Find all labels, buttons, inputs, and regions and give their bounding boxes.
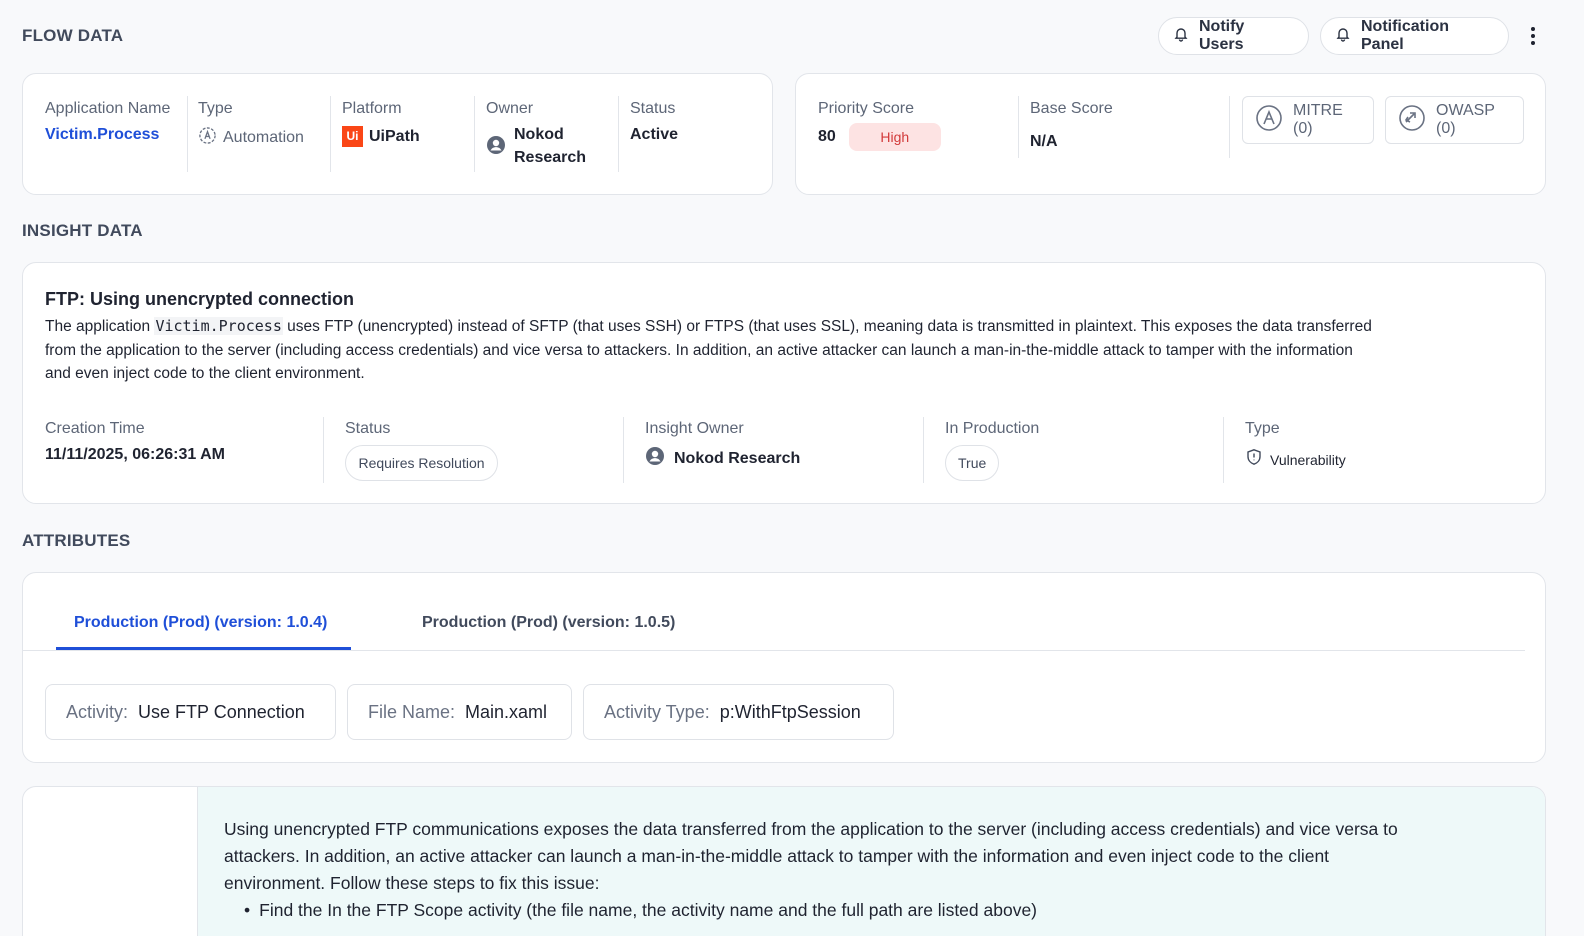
tab-version-1-0-5[interactable]: Production (Prod) (version: 1.0.5) <box>422 614 675 632</box>
application-name-field: Application Name Victim.Process <box>45 100 170 144</box>
insight-type-label: Type <box>1245 420 1280 437</box>
platform-field: Platform Ui UiPath <box>342 100 420 147</box>
bell-icon <box>1173 26 1189 47</box>
user-avatar-icon <box>486 135 506 160</box>
insight-owner-label: Insight Owner <box>645 420 744 437</box>
type-value: Automation <box>223 129 304 146</box>
insight-owner-value: Nokod Research <box>674 449 801 467</box>
notification-panel-label: Notification Panel <box>1361 18 1449 53</box>
remediation-line2: attackers. In addition, an active attack… <box>224 846 1330 866</box>
insight-description-line3: and even inject code to the client envir… <box>45 365 365 382</box>
tabs-divider <box>23 650 1525 651</box>
insight-status-field: Status Requires Resolution <box>345 420 498 481</box>
attributes-card: Production (Prod) (version: 1.0.4) Produ… <box>22 572 1546 763</box>
notify-users-label: Notify Users <box>1199 18 1245 53</box>
platform-value: UiPath <box>369 127 420 145</box>
base-score-label: Base Score <box>1030 100 1113 117</box>
in-production-chip: True <box>945 445 1000 481</box>
creation-time-label: Creation Time <box>45 420 145 437</box>
remediation-line3: environment. Follow these steps to fix t… <box>224 873 600 893</box>
insight-owner-field: Insight Owner Nokod Research <box>645 420 800 471</box>
notification-panel-button[interactable]: Notification Panel <box>1320 17 1509 55</box>
activity-key: Activity: <box>66 701 129 722</box>
remediation-line1: Using unencrypted FTP communications exp… <box>224 819 1398 839</box>
owner-field: Owner Nokod Research <box>486 100 586 167</box>
type-field: Type Automation <box>198 100 304 150</box>
platform-label: Platform <box>342 100 402 117</box>
application-code-name: Victim.Process <box>154 317 283 335</box>
tab-version-1-0-4[interactable]: Production (Prod) (version: 1.0.4) <box>74 614 327 632</box>
remediation-card: Using unencrypted FTP communications exp… <box>22 786 1546 936</box>
owasp-label: OWASP (0) <box>1436 102 1495 137</box>
uipath-logo-icon: Ui <box>342 126 363 147</box>
activity-value: Use FTP Connection <box>138 701 305 722</box>
base-score-value: N/A <box>1030 133 1058 150</box>
more-options-icon[interactable] <box>1523 21 1543 51</box>
insight-status-label: Status <box>345 420 391 437</box>
owner-value-line2: Research <box>514 149 587 166</box>
shield-icon <box>1245 448 1263 471</box>
flow-info-card: Application Name Victim.Process Type Aut… <box>22 73 773 195</box>
score-card: Priority Score 80 High Base Score N/A MI… <box>795 73 1546 195</box>
insight-status-chip: Requires Resolution <box>345 445 498 481</box>
user-avatar-icon <box>645 446 665 471</box>
creation-time-value: 11/11/2025, 06:26:31 AM <box>45 446 225 463</box>
in-production-field: In Production True <box>945 420 1039 481</box>
file-name-key: File Name: <box>368 701 456 722</box>
remediation-panel: Using unencrypted FTP communications exp… <box>197 787 1545 936</box>
file-name-attribute: File Name: Main.xaml <box>347 684 572 740</box>
priority-score-field: Priority Score 80 High <box>818 100 941 151</box>
flow-data-title: FLOW DATA <box>22 26 124 45</box>
priority-level-badge: High <box>848 123 941 151</box>
remediation-text: Using unencrypted FTP communications exp… <box>224 816 1398 924</box>
type-label: Type <box>198 100 233 117</box>
attributes-title: ATTRIBUTES <box>22 531 131 550</box>
application-name-label: Application Name <box>45 100 171 117</box>
activity-type-key: Activity Type: <box>604 701 710 722</box>
mitre-button[interactable]: MITRE (0) <box>1242 96 1374 144</box>
mitre-icon <box>1255 104 1283 137</box>
bell-icon <box>1335 26 1351 47</box>
insight-card: FTP: Using unencrypted connection The ap… <box>22 262 1546 504</box>
priority-score-value: 80 <box>818 128 836 145</box>
owner-value-line1: Nokod <box>514 126 564 143</box>
remediation-bullet: • Find the In the FTP Scope activity (th… <box>224 897 1398 924</box>
owner-label: Owner <box>486 100 534 117</box>
insight-type-value: Vulnerability <box>1270 451 1346 468</box>
insight-data-title: INSIGHT DATA <box>22 221 143 240</box>
owasp-button[interactable]: OWASP (0) <box>1385 96 1524 144</box>
insight-description-line2: from the application to the server (incl… <box>45 341 1353 359</box>
base-score-field: Base Score N/A <box>1030 100 1113 151</box>
insight-title: FTP: Using unencrypted connection <box>45 289 355 309</box>
notify-users-button[interactable]: Notify Users <box>1158 17 1309 55</box>
status-value: Active <box>630 126 679 143</box>
application-name-link[interactable]: Victim.Process <box>45 126 170 144</box>
status-label: Status <box>630 100 676 117</box>
mitre-label: MITRE (0) <box>1293 102 1343 137</box>
insight-description-line1: The application Victim.Process uses FTP … <box>45 317 1372 335</box>
remediation-bullet-text: Find the In the FTP Scope activity (the … <box>259 900 1038 920</box>
automation-icon <box>198 126 217 150</box>
activity-type-attribute: Activity Type: p:WithFtpSession <box>583 684 894 740</box>
owasp-icon <box>1398 104 1426 137</box>
activity-attribute: Activity: Use FTP Connection <box>45 684 336 740</box>
priority-score-label: Priority Score <box>818 100 915 117</box>
in-production-label: In Production <box>945 420 1040 437</box>
insight-description: The application Victim.Process uses FTP … <box>45 315 1525 386</box>
activity-type-value: p:WithFtpSession <box>719 701 861 722</box>
creation-time-field: Creation Time 11/11/2025, 06:26:31 AM <box>45 420 225 464</box>
status-field: Status Active <box>630 100 678 144</box>
file-name-value: Main.xaml <box>465 701 548 722</box>
insight-type-field: Type Vulnerability <box>1245 420 1346 471</box>
